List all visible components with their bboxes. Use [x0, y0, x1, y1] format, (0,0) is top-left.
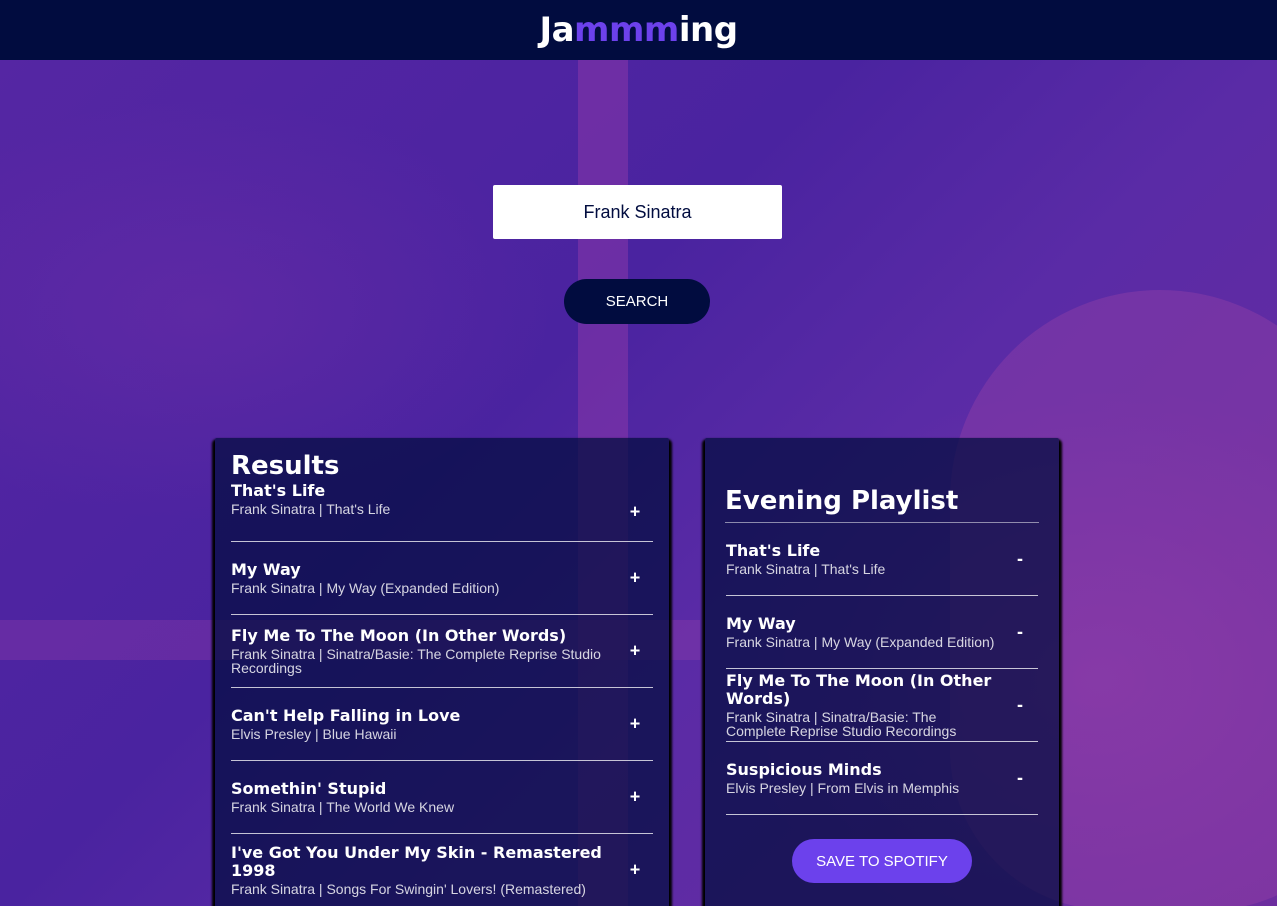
app-header: Jammming [0, 0, 1277, 60]
add-track-button[interactable]: + [625, 860, 645, 881]
search-input[interactable] [493, 185, 782, 239]
playlist-track-item: That's Life Frank Sinatra | That's Life … [726, 523, 1038, 596]
track-name: Somethin' Stupid [231, 779, 387, 798]
track-name: Suspicious Minds [726, 760, 882, 779]
remove-track-button[interactable]: - [1010, 622, 1030, 643]
track-item: My Way Frank Sinatra | My Way (Expanded … [231, 542, 653, 615]
add-track-button[interactable]: + [625, 787, 645, 808]
remove-track-button[interactable]: - [1010, 768, 1030, 789]
track-artist-album: Frank Sinatra | My Way (Expanded Edition… [231, 580, 500, 596]
track-artist-album: Frank Sinatra | That's Life [726, 561, 886, 577]
track-name: That's Life [231, 481, 326, 500]
track-artist-album: Frank Sinatra | Sinatra/Basie: The Compl… [231, 646, 601, 676]
track-name: I've Got You Under My Skin - Remastered … [231, 843, 602, 880]
track-name: Fly Me To The Moon (In Other Words) [231, 626, 567, 645]
track-name: That's Life [726, 541, 821, 560]
track-name: Can't Help Falling in Love [231, 706, 461, 725]
add-track-button[interactable]: + [625, 568, 645, 589]
playlist-track-item: Fly Me To The Moon (In Other Words) Fran… [726, 669, 1038, 742]
track-item: Fly Me To The Moon (In Other Words) Fran… [231, 615, 653, 688]
search-button[interactable]: SEARCH [564, 279, 710, 324]
add-track-button[interactable]: + [625, 714, 645, 735]
playlist-name-input[interactable]: Evening Playlist [725, 484, 1039, 523]
add-track-button[interactable]: + [625, 501, 645, 522]
track-item: Somethin' Stupid Frank Sinatra | The Wor… [231, 761, 653, 834]
track-artist-album: Frank Sinatra | Sinatra/Basie: The Compl… [726, 709, 957, 739]
remove-track-button[interactable]: - [1010, 695, 1030, 716]
track-artist-album: Frank Sinatra | Songs For Swingin' Lover… [231, 881, 586, 897]
track-name: My Way [726, 614, 796, 633]
track-item: I've Got You Under My Skin - Remastered … [231, 834, 653, 906]
track-name: Fly Me To The Moon (In Other Words) [726, 671, 992, 708]
track-name: My Way [231, 560, 301, 579]
track-artist-album: Frank Sinatra | The World We Knew [231, 799, 455, 815]
results-title: Results [231, 451, 340, 481]
app-logo: Jammming [539, 10, 738, 50]
save-to-spotify-button[interactable]: SAVE TO SPOTIFY [792, 839, 972, 883]
track-artist-album: Frank Sinatra | My Way (Expanded Edition… [726, 634, 995, 650]
track-artist-album: Frank Sinatra | That's Life [231, 501, 391, 517]
playlist-panel: Evening Playlist That's Life Frank Sinat… [705, 438, 1059, 906]
playlist-track-item: Suspicious Minds Elvis Presley | From El… [726, 742, 1038, 815]
remove-track-button[interactable]: - [1010, 549, 1030, 570]
playlist-track-item: My Way Frank Sinatra | My Way (Expanded … [726, 596, 1038, 669]
search-results-panel: Results That's Life Frank Sinatra | That… [215, 438, 669, 906]
add-track-button[interactable]: + [625, 641, 645, 662]
track-item: That's Life Frank Sinatra | That's Life … [231, 482, 653, 542]
track-artist-album: Elvis Presley | From Elvis in Memphis [726, 780, 960, 796]
track-item: Can't Help Falling in Love Elvis Presley… [231, 688, 653, 761]
track-artist-album: Elvis Presley | Blue Hawaii [231, 726, 397, 742]
